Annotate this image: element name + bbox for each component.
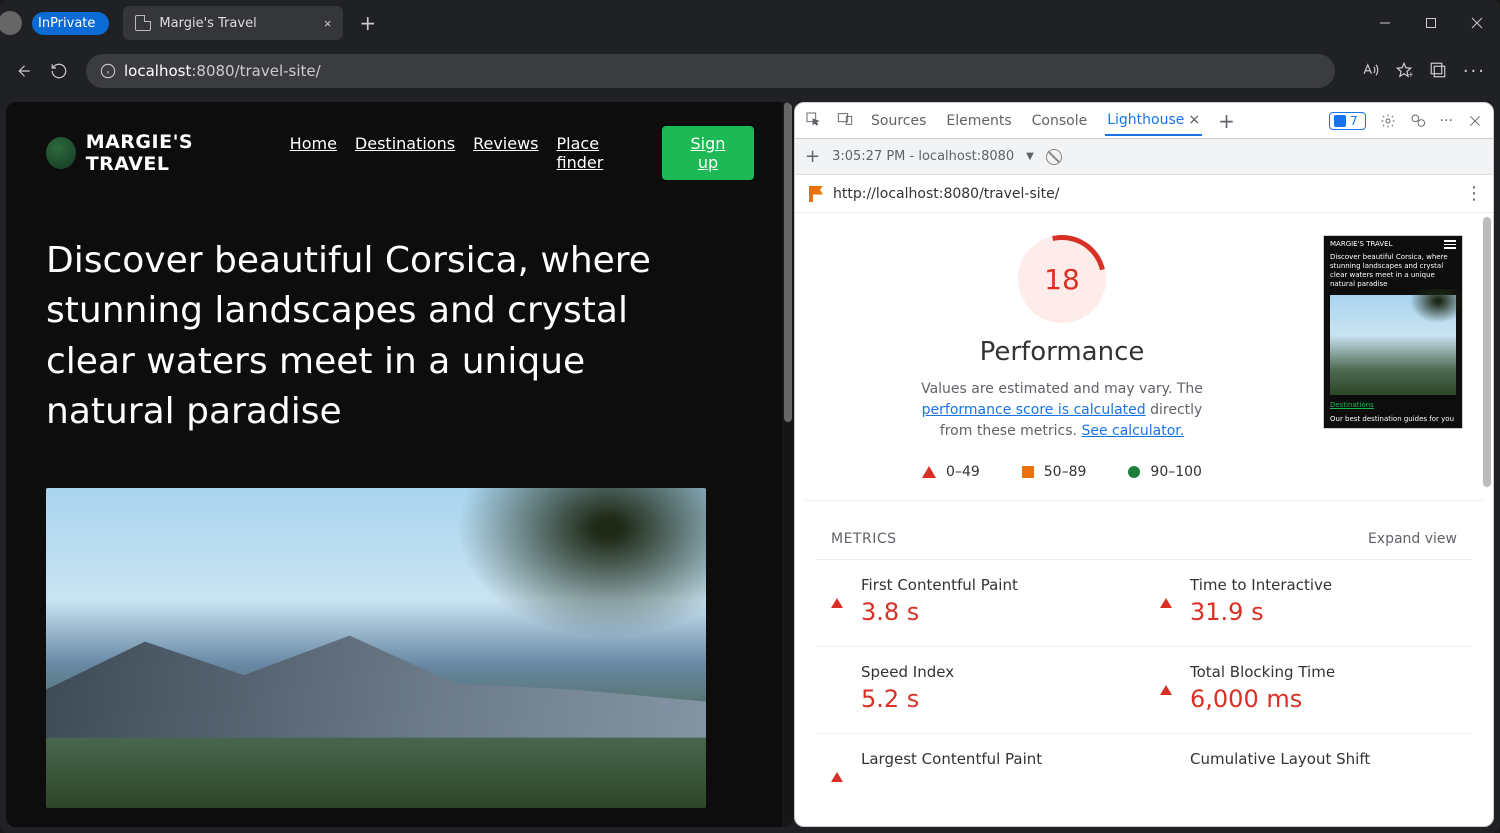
metric-tbt: Total Blocking Time6,000 ms (1144, 646, 1473, 733)
legend-average-icon (1022, 466, 1034, 478)
report-scrollbar[interactable] (1483, 217, 1491, 487)
metric-cls: Cumulative Layout Shift (1144, 733, 1473, 792)
signup-button[interactable]: Sign up (662, 126, 754, 180)
screenshot-thumbnail: MARGIE'S TRAVEL Discover beautiful Corsi… (1323, 235, 1463, 429)
devtools-more-icon[interactable]: ··· (1440, 113, 1453, 129)
metric-speed-index: Speed Index5.2 s (815, 646, 1144, 733)
page-viewport: MARGIE'S TRAVEL Home Destinations Review… (6, 102, 794, 827)
metrics-heading: METRICS (831, 531, 897, 547)
tab-lighthouse[interactable]: Lighthouse× (1105, 106, 1202, 136)
site-info-icon[interactable] (100, 63, 116, 79)
close-devtools-icon[interactable] (1467, 113, 1483, 129)
tab-sources[interactable]: Sources (869, 107, 928, 135)
metric-lcp: Largest Contentful Paint (815, 733, 1144, 792)
page-scrollbar[interactable] (782, 102, 794, 827)
profile-avatar[interactable] (0, 11, 22, 35)
fail-icon (831, 753, 843, 782)
close-tab-icon[interactable]: × (324, 16, 332, 31)
svg-text:+: + (1408, 69, 1413, 78)
devtools-panel: Sources Elements Console Lighthouse× + 7… (794, 102, 1494, 827)
close-window-button[interactable] (1454, 0, 1500, 46)
hamburger-icon (1444, 240, 1456, 249)
maximize-button[interactable] (1408, 0, 1454, 46)
issues-counter[interactable]: 7 (1329, 112, 1366, 130)
read-aloud-icon[interactable] (1361, 61, 1379, 79)
address-bar[interactable]: localhost:8080/travel-site/ (86, 54, 1335, 88)
browser-tab[interactable]: Margie's Travel × (123, 6, 343, 40)
browser-titlebar: InPrivate Margie's Travel × + (0, 0, 1500, 46)
legend-fail-icon (922, 466, 936, 478)
fail-icon (1160, 666, 1172, 695)
browser-toolbar: localhost:8080/travel-site/ + ··· (0, 46, 1500, 96)
nav-destinations[interactable]: Destinations (355, 134, 455, 172)
fail-icon (831, 579, 843, 608)
hero-heading: Discover beautiful Corsica, where stunni… (46, 236, 706, 438)
performance-description: Values are estimated and may vary. The p… (912, 379, 1212, 442)
brand-logo[interactable]: MARGIE'S TRAVEL (46, 131, 270, 175)
inspect-element-icon[interactable] (805, 111, 821, 131)
more-tabs-button[interactable]: + (1218, 109, 1235, 133)
file-icon (135, 15, 151, 31)
report-url: http://localhost:8080/travel-site/ (833, 186, 1059, 202)
activity-icon[interactable] (1410, 113, 1426, 129)
issues-icon (1334, 115, 1346, 127)
performance-label: Performance (825, 337, 1299, 367)
nav-reviews[interactable]: Reviews (473, 134, 538, 172)
performance-gauge: 18 (1018, 235, 1106, 323)
site-nav: Home Destinations Reviews Place finder (290, 134, 626, 172)
metric-tti: Time to Interactive31.9 s (1144, 559, 1473, 646)
nav-home[interactable]: Home (290, 134, 337, 172)
expand-view-button[interactable]: Expand view (1368, 531, 1457, 547)
more-menu-icon[interactable]: ··· (1463, 61, 1486, 82)
minimize-button[interactable] (1362, 0, 1408, 46)
collections-icon[interactable] (1429, 61, 1447, 79)
lighthouse-report: 18 Performance Values are estimated and … (795, 213, 1493, 826)
inprivate-badge[interactable]: InPrivate (32, 12, 109, 35)
device-toolbar-icon[interactable] (837, 111, 853, 131)
hero-image (46, 488, 706, 808)
score-legend: 0–49 50–89 90–100 (825, 464, 1299, 480)
favorites-icon[interactable]: + (1395, 61, 1413, 79)
lighthouse-icon (805, 184, 823, 204)
url-text: localhost:8080/travel-site/ (124, 62, 321, 80)
inprivate-label: InPrivate (38, 16, 95, 31)
fail-icon (1160, 579, 1172, 608)
back-button[interactable] (14, 62, 32, 80)
tab-console[interactable]: Console (1030, 107, 1090, 135)
brand-text: MARGIE'S TRAVEL (86, 131, 270, 175)
new-report-button[interactable]: + (805, 146, 820, 167)
report-run-label[interactable]: 3:05:27 PM - localhost:8080 (832, 149, 1014, 164)
legend-pass-icon (1128, 466, 1140, 478)
settings-icon[interactable] (1380, 113, 1396, 129)
score-calc-link[interactable]: performance score is calculated (922, 402, 1146, 418)
new-tab-button[interactable]: + (359, 11, 376, 35)
tab-elements[interactable]: Elements (944, 107, 1013, 135)
close-lighthouse-tab[interactable]: × (1188, 112, 1200, 128)
metric-fcp: First Contentful Paint3.8 s (815, 559, 1144, 646)
tab-title: Margie's Travel (159, 16, 256, 31)
nav-place-finder[interactable]: Place finder (557, 134, 626, 172)
refresh-button[interactable] (50, 62, 68, 80)
clear-icon[interactable] (1046, 149, 1062, 165)
calculator-link[interactable]: See calculator. (1081, 423, 1184, 439)
globe-icon (46, 137, 76, 169)
report-menu-icon[interactable]: ⋮ (1465, 183, 1483, 204)
